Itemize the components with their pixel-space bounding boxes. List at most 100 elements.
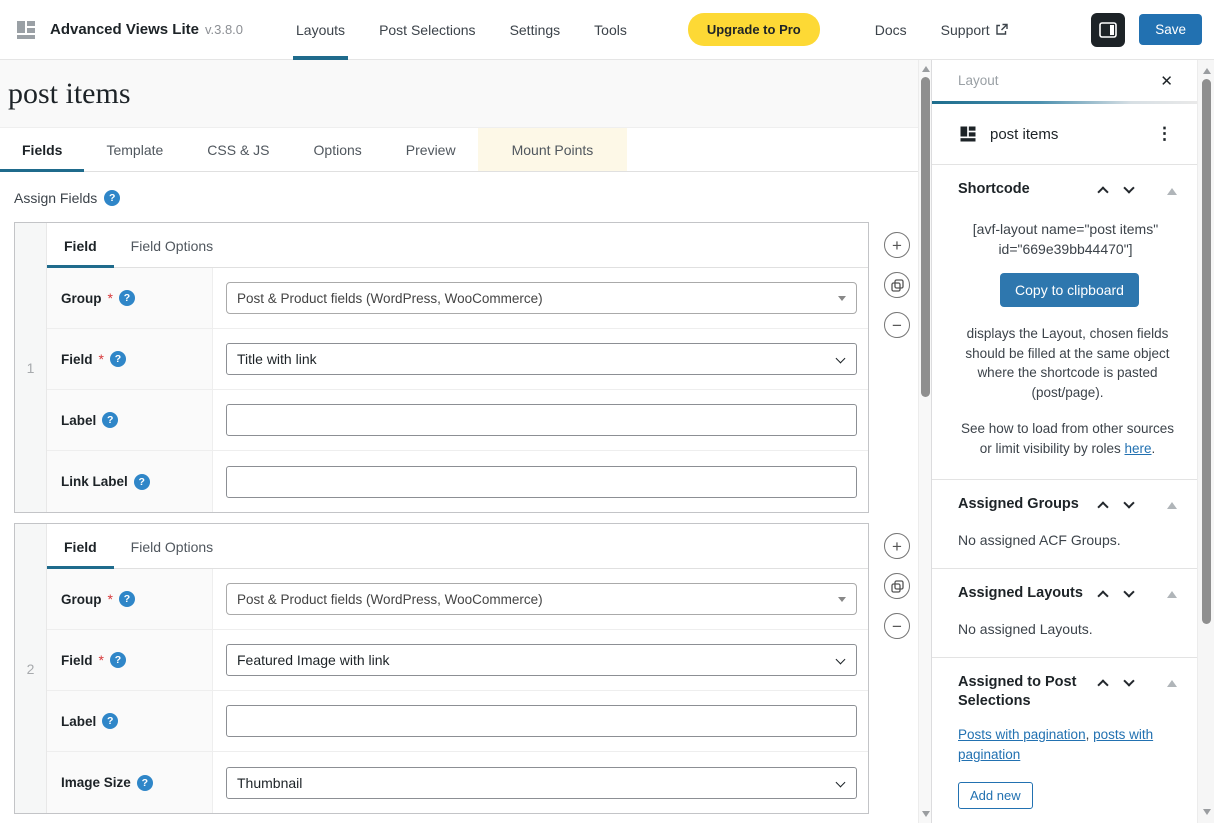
field-select[interactable]: Featured Image with link (226, 644, 857, 676)
image-size-select[interactable]: Thumbnail (226, 767, 857, 799)
page-tabs: Fields Template CSS & JS Options Preview… (0, 128, 918, 172)
sidebar-scrollbar[interactable] (1197, 60, 1214, 823)
block-tab-field-options[interactable]: Field Options (114, 524, 230, 568)
required-asterisk: * (99, 652, 104, 668)
help-icon[interactable]: ? (119, 290, 135, 306)
section-assigned-groups: Assigned Groups No assigned ACF Groups. (932, 480, 1197, 569)
top-navigation: Layouts Post Selections Settings Tools (279, 0, 644, 60)
collapse-toggle[interactable] (1163, 498, 1181, 514)
empty-text: No assigned ACF Groups. (958, 532, 1181, 548)
scrollbar-thumb[interactable] (921, 77, 930, 397)
chevron-down-icon (1123, 497, 1134, 508)
link-label-input[interactable] (226, 466, 857, 498)
chevron-up-icon (1097, 679, 1108, 690)
collapse-toggle[interactable] (1163, 183, 1181, 199)
panel-title: Layout (958, 73, 1156, 88)
sidebar-toggle-button[interactable] (1091, 13, 1125, 47)
here-link[interactable]: here (1124, 441, 1151, 456)
remove-field-button[interactable]: − (884, 312, 910, 338)
layout-item-icon (958, 124, 978, 144)
move-up-button[interactable] (1093, 675, 1115, 693)
move-up-button[interactable] (1093, 182, 1115, 200)
chevron-up-icon (1097, 186, 1108, 197)
label-input[interactable] (226, 404, 857, 436)
help-icon[interactable]: ? (102, 713, 118, 729)
docs-link[interactable]: Docs (862, 0, 920, 60)
page-title: post items (8, 77, 131, 111)
tab-template[interactable]: Template (84, 128, 185, 171)
move-down-button[interactable] (1119, 675, 1141, 693)
scroll-down-arrow[interactable] (919, 808, 932, 820)
chevron-down-icon (836, 655, 846, 665)
block-tab-field[interactable]: Field (47, 223, 114, 267)
chevron-up-icon (1097, 590, 1108, 601)
section-assigned-post-selections: Assigned to Post Selections Posts with p… (932, 658, 1197, 823)
tab-fields[interactable]: Fields (0, 128, 84, 171)
field-row-image-size: Image Size ? Thumbnail (47, 752, 868, 813)
move-up-button[interactable] (1093, 497, 1115, 515)
block-tab-field[interactable]: Field (47, 524, 114, 568)
help-icon[interactable]: ? (104, 190, 120, 206)
help-icon[interactable]: ? (134, 474, 150, 490)
nav-item-tools[interactable]: Tools (577, 0, 644, 60)
chevron-down-icon (1123, 675, 1134, 686)
support-link[interactable]: Support (928, 0, 1021, 60)
field-block-1: 1 Field Field Options Group * ? (14, 222, 869, 513)
external-link-icon (995, 23, 1008, 36)
post-selection-link[interactable]: Posts with pagination (958, 727, 1086, 742)
copy-icon (891, 580, 904, 593)
section-title: Assigned Layouts (958, 584, 1093, 604)
collapse-toggle[interactable] (1163, 676, 1181, 692)
kebab-menu-button[interactable]: ⋮ (1150, 122, 1179, 146)
tab-mount-points[interactable]: Mount Points (478, 128, 628, 171)
remove-field-button[interactable]: − (884, 613, 910, 639)
collapse-icon (1167, 502, 1177, 509)
app-name: Advanced Views Lite (50, 21, 199, 38)
scroll-up-arrow[interactable] (1198, 65, 1214, 77)
upgrade-to-pro-button[interactable]: Upgrade to Pro (688, 13, 820, 46)
row-number: 1 (15, 223, 47, 512)
nav-item-layouts[interactable]: Layouts (279, 0, 362, 60)
layout-item-title: post items (990, 126, 1138, 143)
help-icon[interactable]: ? (110, 652, 126, 668)
field-row-link-label: Link Label ? (47, 451, 868, 512)
add-field-button[interactable]: + (884, 533, 910, 559)
help-icon[interactable]: ? (110, 351, 126, 367)
move-down-button[interactable] (1119, 497, 1141, 515)
nav-item-post-selections[interactable]: Post Selections (362, 0, 493, 60)
duplicate-field-button[interactable] (884, 573, 910, 599)
see-how-text: See how to load from other sources or li… (958, 419, 1177, 458)
main-scrollbar[interactable] (918, 60, 931, 823)
help-icon[interactable]: ? (119, 591, 135, 607)
duplicate-field-button[interactable] (884, 272, 910, 298)
shortcode-description: displays the Layout, chosen fields shoul… (958, 324, 1177, 402)
nav-item-settings[interactable]: Settings (493, 0, 578, 60)
tab-css-js[interactable]: CSS & JS (185, 128, 291, 171)
section-assigned-layouts: Assigned Layouts No assigned Layouts. (932, 569, 1197, 658)
field-select[interactable]: Title with link (226, 343, 857, 375)
field-row-field: Field * ? Featured Image with link (47, 630, 868, 691)
add-new-button[interactable]: Add new (958, 782, 1033, 809)
move-down-button[interactable] (1119, 182, 1141, 200)
move-down-button[interactable] (1119, 586, 1141, 604)
group-select[interactable]: Post & Product fields (WordPress, WooCom… (226, 583, 857, 615)
block-tab-field-options[interactable]: Field Options (114, 223, 230, 267)
save-button[interactable]: Save (1139, 14, 1202, 45)
scroll-down-arrow[interactable] (1198, 806, 1214, 818)
move-up-button[interactable] (1093, 586, 1115, 604)
scroll-up-arrow[interactable] (919, 63, 932, 75)
group-select[interactable]: Post & Product fields (WordPress, WooCom… (226, 282, 857, 314)
close-panel-button[interactable]: ✕ (1156, 68, 1177, 94)
help-icon[interactable]: ? (102, 412, 118, 428)
help-icon[interactable]: ? (137, 775, 153, 791)
app-version: v.3.8.0 (205, 22, 243, 37)
tab-preview[interactable]: Preview (384, 128, 478, 171)
copy-to-clipboard-button[interactable]: Copy to clipboard (1000, 273, 1139, 307)
add-field-button[interactable]: + (884, 232, 910, 258)
label-input[interactable] (226, 705, 857, 737)
collapse-toggle[interactable] (1163, 587, 1181, 603)
shortcode-text: [avf-layout name="post items" id="669e39… (958, 220, 1173, 259)
scrollbar-thumb[interactable] (1202, 79, 1211, 624)
tab-options[interactable]: Options (292, 128, 384, 171)
collapse-icon (1167, 680, 1177, 687)
